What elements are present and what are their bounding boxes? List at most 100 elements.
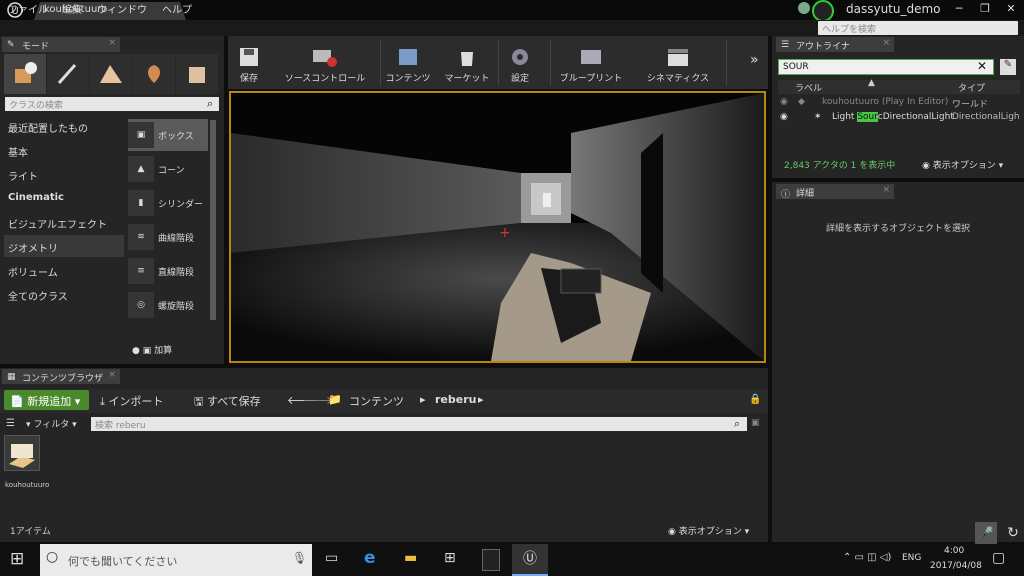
mic-icon[interactable]: 🎙 xyxy=(292,551,307,565)
crosshair-icon: + xyxy=(499,225,511,241)
refresh-icon[interactable]: ↻ xyxy=(1002,522,1024,544)
content-view-options[interactable]: ◉ 表示オプション ▾ xyxy=(668,524,749,537)
save-search-icon[interactable]: ▣ xyxy=(751,418,760,428)
clock-time[interactable]: 4:00 xyxy=(944,546,964,556)
cone-icon: ▲ xyxy=(128,156,154,182)
outliner-row[interactable]: ◉ ✶ Light SourcDirectionalLight Directio… xyxy=(778,112,1020,125)
clock-date[interactable]: 2017/04/08 xyxy=(930,561,982,571)
content-browser-icon: ▦ xyxy=(7,372,16,382)
game-viewport[interactable]: + xyxy=(229,91,766,363)
folder-icon[interactable]: 📁 xyxy=(328,393,342,406)
windows-start-icon[interactable]: ⊞ xyxy=(10,549,24,569)
breadcrumb-reberu[interactable]: reberu xyxy=(435,393,476,406)
eye-icon[interactable]: ◉ xyxy=(780,97,788,107)
world-icon: ◆ xyxy=(798,97,805,107)
cinematics-button[interactable]: シネマティクス xyxy=(643,42,713,86)
category-basic[interactable]: 基本 xyxy=(4,139,124,161)
maximize-button[interactable]: ❐ xyxy=(972,0,998,20)
help-search-input[interactable]: ヘルプを検索 xyxy=(818,21,1018,35)
primitive-scrollbar[interactable] xyxy=(210,120,216,320)
unreal-editor-icon[interactable]: Ⓤ xyxy=(512,544,548,576)
source-control-button[interactable]: ソースコントロール xyxy=(275,42,375,86)
category-cinematic[interactable]: Cinematic xyxy=(4,187,124,209)
taskbar-search[interactable]: 何でも聞いてください xyxy=(40,544,312,576)
landscape-mode-icon[interactable] xyxy=(90,54,132,94)
menu-help[interactable]: ヘルプ xyxy=(162,1,192,16)
outliner-search-input[interactable]: SOUR xyxy=(778,59,994,75)
column-type[interactable]: タイプ xyxy=(958,81,985,94)
geometry-mode-icon[interactable] xyxy=(176,54,218,94)
sort-icon[interactable]: ▲ xyxy=(868,78,875,88)
close-button[interactable]: ✕ xyxy=(998,0,1024,20)
content-button[interactable]: コンテンツ xyxy=(384,42,432,86)
sources-toggle-icon[interactable]: ☰ xyxy=(6,418,15,429)
outliner-tab[interactable]: ☰ アウトライナ × xyxy=(776,37,894,52)
tray-icons[interactable]: ⌃ ▭ ◫ ◁) xyxy=(843,552,891,563)
edge-icon[interactable]: e xyxy=(364,548,376,568)
category-all-classes[interactable]: 全てのクラス xyxy=(4,283,124,305)
explorer-icon[interactable]: ▬ xyxy=(404,550,417,566)
modes-tab[interactable]: ✎ モード × xyxy=(2,37,120,52)
filter-button[interactable]: ▾ フィルタ ▾ xyxy=(26,417,77,430)
eye-icon[interactable]: ◉ xyxy=(780,112,788,122)
category-visual-effects[interactable]: ビジュアルエフェクト xyxy=(4,211,124,233)
details-tab[interactable]: ⓘ 詳細 × xyxy=(776,184,894,200)
category-geometry[interactable]: ジオメトリ xyxy=(4,235,124,257)
cortana-icon[interactable]: ○ xyxy=(46,549,58,565)
additive-option[interactable]: ● ▣ 加算 xyxy=(132,343,172,356)
notification-icon[interactable]: ▢ xyxy=(992,550,1005,566)
content-search-input[interactable]: 検索 reberu xyxy=(91,417,747,431)
close-icon[interactable]: × xyxy=(882,185,890,195)
add-new-button[interactable]: 📄 新規追加 ▾ xyxy=(4,390,89,410)
primitive-cylinder[interactable]: ▮ シリンダー xyxy=(128,187,208,219)
blueprint-button[interactable]: ブループリント xyxy=(556,42,626,86)
marketplace-button[interactable]: マーケット xyxy=(442,42,492,86)
close-icon[interactable]: × xyxy=(882,38,890,48)
asset-tile[interactable] xyxy=(4,435,40,471)
task-view-icon[interactable]: ▭ xyxy=(325,550,338,566)
clear-search-icon[interactable]: ✕ xyxy=(977,59,987,73)
minimize-button[interactable]: ─ xyxy=(946,0,972,20)
outliner-view-options[interactable]: ◉ 表示オプション ▾ xyxy=(922,158,1003,171)
project-name: dassyutu_demo xyxy=(846,2,941,16)
toolbar-expand-icon[interactable]: » xyxy=(750,52,759,68)
menu-file[interactable]: ファイル xyxy=(8,1,48,16)
lock-icon[interactable]: 🔒 xyxy=(749,394,761,405)
store-icon[interactable]: ⊞ xyxy=(444,550,456,566)
class-search-input[interactable]: クラスの検索 xyxy=(5,97,219,111)
close-icon[interactable]: × xyxy=(108,38,116,48)
outliner-row[interactable]: ◉ ◆ kouhoutuuro (Play In Editor) ワールド xyxy=(778,97,1020,110)
search-icon[interactable]: ⌕ xyxy=(734,417,740,431)
content-browser-tab[interactable]: ▦ コンテンツブラウザ × xyxy=(2,369,120,384)
source-control-icon[interactable] xyxy=(798,2,810,14)
import-button[interactable]: ⤓ インポート xyxy=(100,393,163,409)
primitive-linear-stair[interactable]: ≡ 直線階段 xyxy=(128,255,208,287)
category-lights[interactable]: ライト xyxy=(4,163,124,185)
primitive-box[interactable]: ▣ ボックス xyxy=(128,119,208,151)
primitive-cone[interactable]: ▲ コーン xyxy=(128,153,208,185)
details-icon: ⓘ xyxy=(781,190,791,200)
microphone-icon[interactable]: 🎤 xyxy=(975,522,997,544)
outliner-settings-icon[interactable]: ✎ xyxy=(1000,59,1016,75)
foliage-mode-icon[interactable] xyxy=(133,54,175,94)
close-icon[interactable]: × xyxy=(108,370,116,380)
breadcrumb-content[interactable]: コンテンツ xyxy=(349,393,404,409)
primitive-spiral-stair[interactable]: ◎ 螺旋階段 xyxy=(128,289,208,321)
column-label[interactable]: ラベル xyxy=(795,81,822,94)
toolbar-separator xyxy=(498,40,499,86)
save-all-button[interactable]: 🖫 すべて保存 xyxy=(194,393,261,412)
menu-window[interactable]: ウィンドウ xyxy=(97,1,147,16)
paint-mode-icon[interactable] xyxy=(47,54,89,94)
settings-button[interactable]: 設定 xyxy=(506,42,534,86)
epic-launcher-icon[interactable] xyxy=(482,549,500,571)
menu-edit[interactable]: 編集 xyxy=(62,1,82,16)
place-mode-icon[interactable] xyxy=(4,54,46,94)
save-button[interactable]: 保存 xyxy=(234,42,264,86)
item-count: 1アイテム xyxy=(10,527,51,537)
category-recent[interactable]: 最近配置したもの xyxy=(4,115,124,137)
primitive-curved-stair[interactable]: ≋ 曲線階段 xyxy=(128,221,208,253)
status-icon[interactable] xyxy=(812,0,834,22)
search-icon[interactable]: ⌕ xyxy=(207,97,213,111)
category-volumes[interactable]: ボリューム xyxy=(4,259,124,281)
input-language[interactable]: ENG xyxy=(902,553,921,563)
